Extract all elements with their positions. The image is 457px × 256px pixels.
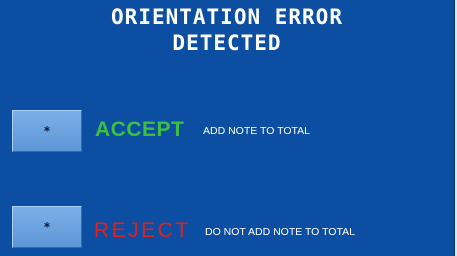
error-title-line-2: DETECTED (172, 31, 282, 55)
accept-description: ADD NOTE TO TOTAL (203, 125, 310, 137)
reject-description: DO NOT ADD NOTE TO TOTAL (205, 226, 355, 238)
orientation-error-screen: ORIENTATION ERROR DETECTED * ACCEPT ADD … (0, 0, 455, 256)
accept-label: ACCEPT (95, 118, 185, 141)
error-title-line-1: ORIENTATION ERROR (111, 5, 343, 29)
reject-button[interactable]: * (12, 206, 82, 248)
accept-button[interactable]: * (12, 110, 82, 152)
reject-label: REJECT (94, 219, 191, 242)
